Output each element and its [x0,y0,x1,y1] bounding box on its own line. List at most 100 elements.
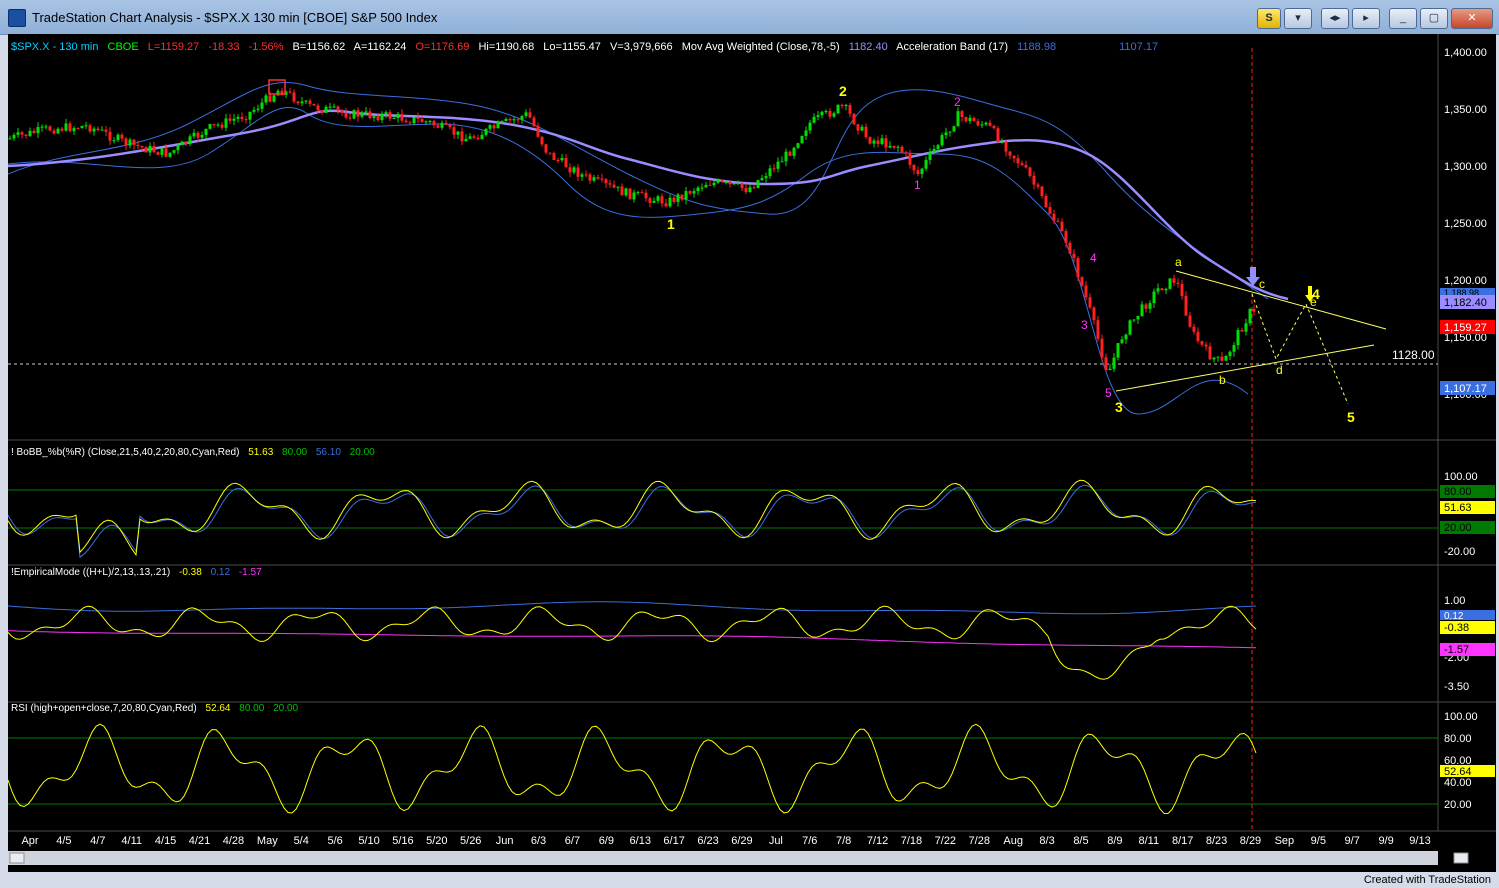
candle-body [1072,253,1076,259]
candle-body [1068,242,1072,254]
candle-body [812,116,816,123]
candle-body [1112,357,1116,369]
candle-body [100,129,104,131]
emd-blue-line [7,601,1257,615]
rsi-tick: 20.00 [1444,799,1472,811]
price-tick: 1,350.00 [1444,104,1487,116]
candle-body [432,120,436,126]
candle-body [720,180,724,182]
minimize-button[interactable]: _ [1389,8,1417,29]
emd-tag-yellow-text: -0.38 [1444,622,1469,634]
candle-body [1076,258,1080,278]
candle-body [28,130,32,137]
rsi-tag-text: 52.64 [1444,766,1472,778]
time-tick: 7/22 [935,835,956,847]
candle-body [516,119,520,121]
time-tick: Sep [1275,835,1295,847]
candle-body [68,123,72,132]
candle-body [1216,356,1220,358]
s-button[interactable]: S [1257,8,1281,29]
candle-body [1236,330,1240,346]
candle-body [48,126,52,131]
candle-body [1040,186,1044,196]
candle-body [448,124,452,128]
candle-body [1208,346,1212,360]
candle-body [88,125,92,132]
window-title: TradeStation Chart Analysis - $SPX.X 130… [32,10,438,25]
candle-body [648,198,652,203]
candle-body [248,111,252,120]
candle-body [240,116,244,120]
candle-body [136,144,140,147]
time-tick: 9/9 [1378,835,1393,847]
candle-body [984,122,988,125]
header-ab-label: Acceleration Band (17) [896,41,1008,53]
candle-body [1224,355,1228,361]
horizontal-scrollbar[interactable] [8,851,1438,865]
candle-body [616,186,620,188]
candle-body [792,147,796,156]
scroll-left-button[interactable] [9,852,25,864]
candle-body [224,118,228,128]
candle-body [1180,283,1184,297]
time-tick: 7/8 [836,835,851,847]
candle-body [960,111,964,118]
candle-body [780,161,784,163]
candle-body [952,126,956,132]
candle-body [988,122,992,126]
candle-body [380,114,384,121]
header-exchange: CBOE [108,41,139,53]
candle-body [688,191,692,194]
scroll-right-button[interactable] [1453,852,1469,864]
candle-body [444,122,448,125]
candle-body [164,148,168,157]
candle-body [528,112,532,118]
candle-body [924,159,928,169]
arrows-button[interactable]: ◂▸ [1321,8,1349,29]
candle-body [632,192,636,200]
candle-body [604,179,608,184]
candle-body [180,141,184,146]
candle-body [668,197,672,207]
emd-tag-magenta-text: -1.57 [1444,644,1469,656]
tag-last-text: 1,159.27 [1444,322,1487,334]
time-tick: 9/5 [1311,835,1326,847]
candle-body [92,128,96,132]
candle-body [124,138,128,146]
candle-body [736,183,740,185]
candle-body [256,108,260,110]
lower-trendline [1115,344,1375,392]
candle-body [568,167,572,173]
time-tick: 6/9 [599,835,614,847]
candle-body [552,153,556,160]
candle-body [840,104,844,106]
price-axis: 1,400.00 1,350.00 1,300.00 1,250.00 1,20… [1444,47,1487,401]
candle-body [764,176,768,179]
candle-body [824,110,828,112]
scroll-button[interactable]: ▸ [1352,8,1380,29]
candle-body [208,124,212,129]
restore-button[interactable]: ▢ [1420,8,1448,29]
candle-body [44,126,48,128]
emd-label: !EmpiricalMode ((H+L)/2,13,.13,.21) [11,567,170,578]
candle-body [760,178,764,181]
candle-body [972,117,976,122]
candle-body [524,112,528,117]
bobb-blue-line [7,484,1257,559]
candle-body [580,174,584,177]
chart-area[interactable]: $SPX.X - 130 min CBOE L=1159.27 -18.33 -… [7,34,1496,872]
candle-body [868,137,872,144]
app-icon [8,9,26,27]
dropdown-button[interactable]: ▾ [1284,8,1312,29]
close-button[interactable]: ✕ [1451,8,1493,29]
candle-body [1140,304,1144,316]
candle-body [1120,339,1124,344]
candle-body [684,191,688,200]
candle-body [1240,330,1244,332]
candle-body [316,105,320,111]
candle-body [752,187,756,189]
candle-body [36,127,40,134]
candle-body [796,143,800,148]
candle-body [1152,291,1156,304]
candle-body [252,109,256,112]
